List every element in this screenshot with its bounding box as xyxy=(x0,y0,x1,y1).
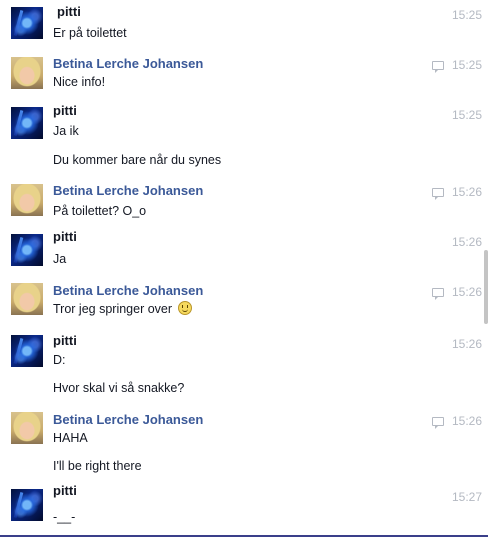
sender-name[interactable]: pitti xyxy=(57,4,81,20)
avatar[interactable] xyxy=(11,107,43,139)
avatar[interactable] xyxy=(11,234,43,266)
sender-name[interactable]: Betina Lerche Johansen xyxy=(53,412,203,428)
message-text: I'll be right there xyxy=(53,459,142,473)
message-group: Betina Lerche Johansen 15:25 Nice info! xyxy=(0,50,484,102)
timestamp: 15:26 xyxy=(451,235,482,249)
message-text: -__- xyxy=(53,510,76,524)
avatar[interactable] xyxy=(11,184,43,216)
timestamp: 15:25 xyxy=(451,108,482,122)
timestamp: 15:26 xyxy=(451,285,482,299)
sender-name[interactable]: pitti xyxy=(53,103,77,119)
message-group: Betina Lerche Johansen 15:26 Tror jeg sp… xyxy=(0,277,484,329)
smiley-icon xyxy=(177,301,192,315)
message-text: Er på toilettet xyxy=(53,26,127,40)
message-text-content: Tror jeg springer over xyxy=(53,302,173,316)
chat-conversation: pitti 15:25 Er på toilettet Betina Lerch… xyxy=(0,0,484,537)
message-group: Betina Lerche Johansen 15:26 HAHA I'll b… xyxy=(0,405,484,483)
timestamp: 15:25 xyxy=(451,8,482,22)
avatar[interactable] xyxy=(11,7,43,39)
sender-name[interactable]: pitti xyxy=(53,483,77,499)
message-text: På toilettet? O_o xyxy=(53,204,147,218)
message-group: pitti 15:25 Er på toilettet xyxy=(0,0,484,50)
avatar[interactable] xyxy=(11,412,43,444)
avatar[interactable] xyxy=(11,489,43,521)
sender-name[interactable]: Betina Lerche Johansen xyxy=(53,56,203,72)
avatar[interactable] xyxy=(11,57,43,89)
message-group: Betina Lerche Johansen 15:26 På toilette… xyxy=(0,177,484,229)
sender-name[interactable]: Betina Lerche Johansen xyxy=(53,183,203,199)
message-text: Ja xyxy=(53,252,67,266)
message-group: pitti 15:25 Ja ik Du kommer bare når du … xyxy=(0,100,484,180)
message-text: Tror jeg springer over xyxy=(53,301,192,317)
timestamp: 15:26 xyxy=(451,185,482,199)
message-group: pitti 15:26 D: Hvor skal vi så snakke? xyxy=(0,328,484,408)
message-text: HAHA xyxy=(53,431,88,445)
seen-icon xyxy=(432,61,444,73)
message-text: D: xyxy=(53,353,66,367)
timestamp: 15:27 xyxy=(451,490,482,504)
message-text: Hvor skal vi så snakke? xyxy=(53,381,185,395)
seen-icon xyxy=(432,288,444,300)
timestamp: 15:26 xyxy=(451,414,482,428)
sender-name[interactable]: pitti xyxy=(53,333,77,349)
message-text: Ja ik xyxy=(53,124,79,138)
seen-icon xyxy=(432,417,444,429)
sender-name[interactable]: pitti xyxy=(53,229,77,245)
avatar[interactable] xyxy=(11,283,43,315)
message-group: pitti 15:27 -__- xyxy=(0,482,484,534)
timestamp: 15:26 xyxy=(451,337,482,351)
message-group: pitti 15:26 Ja xyxy=(0,227,484,277)
message-text: Du kommer bare når du synes xyxy=(53,153,222,167)
avatar[interactable] xyxy=(11,335,43,367)
seen-icon xyxy=(432,188,444,200)
timestamp: 15:25 xyxy=(451,58,482,72)
scrollbar[interactable] xyxy=(484,250,488,324)
message-text: Nice info! xyxy=(53,75,106,89)
sender-name[interactable]: Betina Lerche Johansen xyxy=(53,283,203,299)
